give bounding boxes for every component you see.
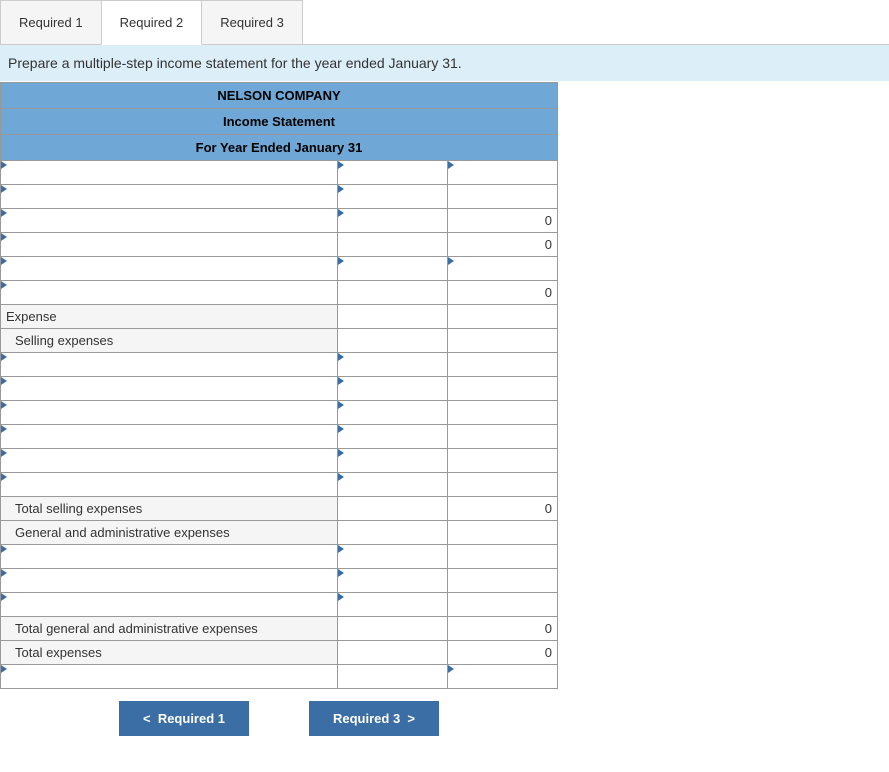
calc-cell: 0 bbox=[448, 617, 558, 641]
amount-input[interactable] bbox=[448, 665, 558, 689]
calc-cell: 0 bbox=[448, 233, 558, 257]
amount-cell bbox=[338, 617, 448, 641]
amount-input[interactable] bbox=[338, 569, 448, 593]
chevron-left-icon: < bbox=[143, 711, 151, 726]
total-selling-label: Total selling expenses bbox=[1, 497, 338, 521]
amount-cell bbox=[448, 377, 558, 401]
calc-cell: 0 bbox=[448, 281, 558, 305]
tab-required-1[interactable]: Required 1 bbox=[0, 0, 102, 44]
amount-cell bbox=[338, 305, 448, 329]
amount-cell bbox=[448, 449, 558, 473]
amount-input[interactable] bbox=[338, 593, 448, 617]
amount-input[interactable] bbox=[338, 377, 448, 401]
amount-input[interactable] bbox=[338, 401, 448, 425]
label-dropdown[interactable] bbox=[1, 545, 338, 569]
amount-input[interactable] bbox=[338, 257, 448, 281]
selling-expenses-label: Selling expenses bbox=[1, 329, 338, 353]
statement-period: For Year Ended January 31 bbox=[1, 135, 558, 161]
amount-cell bbox=[448, 545, 558, 569]
total-expenses-label: Total expenses bbox=[1, 641, 338, 665]
income-statement-table: NELSON COMPANY Income Statement For Year… bbox=[0, 82, 558, 689]
label-dropdown[interactable] bbox=[1, 593, 338, 617]
label-dropdown[interactable] bbox=[1, 449, 338, 473]
amount-cell bbox=[448, 593, 558, 617]
chevron-right-icon: > bbox=[407, 711, 415, 726]
amount-input[interactable] bbox=[338, 353, 448, 377]
label-dropdown[interactable] bbox=[1, 425, 338, 449]
label-dropdown[interactable] bbox=[1, 257, 338, 281]
amount-cell bbox=[338, 497, 448, 521]
amount-cell bbox=[338, 641, 448, 665]
amount-cell bbox=[448, 521, 558, 545]
amount-input[interactable] bbox=[338, 545, 448, 569]
amount-cell bbox=[338, 665, 448, 689]
tabs-container: Required 1 Required 2 Required 3 bbox=[0, 0, 889, 45]
prev-button[interactable]: < Required 1 bbox=[119, 701, 249, 736]
amount-cell bbox=[338, 233, 448, 257]
label-dropdown[interactable] bbox=[1, 401, 338, 425]
next-button[interactable]: Required 3 > bbox=[309, 701, 439, 736]
amount-input[interactable] bbox=[448, 257, 558, 281]
amount-input[interactable] bbox=[338, 425, 448, 449]
company-name: NELSON COMPANY bbox=[1, 83, 558, 109]
amount-cell bbox=[448, 425, 558, 449]
label-dropdown[interactable] bbox=[1, 185, 338, 209]
label-dropdown[interactable] bbox=[1, 473, 338, 497]
label-dropdown[interactable] bbox=[1, 353, 338, 377]
amount-cell bbox=[338, 281, 448, 305]
instruction-text: Prepare a multiple-step income statement… bbox=[0, 45, 889, 81]
amount-input[interactable] bbox=[448, 161, 558, 185]
expense-label: Expense bbox=[1, 305, 338, 329]
amount-input[interactable] bbox=[338, 161, 448, 185]
statement-title: Income Statement bbox=[1, 109, 558, 135]
next-label: Required 3 bbox=[333, 711, 400, 726]
amount-cell bbox=[448, 329, 558, 353]
label-dropdown[interactable] bbox=[1, 665, 338, 689]
prev-label: Required 1 bbox=[158, 711, 225, 726]
amount-cell bbox=[448, 401, 558, 425]
label-dropdown[interactable] bbox=[1, 377, 338, 401]
label-dropdown[interactable] bbox=[1, 161, 338, 185]
amount-cell bbox=[448, 185, 558, 209]
amount-input[interactable] bbox=[338, 209, 448, 233]
tab-required-2[interactable]: Required 2 bbox=[101, 0, 203, 45]
label-dropdown[interactable] bbox=[1, 569, 338, 593]
calc-cell: 0 bbox=[448, 209, 558, 233]
amount-cell bbox=[448, 305, 558, 329]
ga-expenses-label: General and administrative expenses bbox=[1, 521, 338, 545]
nav-buttons: < Required 1 Required 3 > bbox=[0, 689, 558, 748]
amount-cell bbox=[338, 521, 448, 545]
calc-cell: 0 bbox=[448, 641, 558, 665]
amount-cell bbox=[448, 353, 558, 377]
label-dropdown[interactable] bbox=[1, 209, 338, 233]
amount-cell bbox=[338, 329, 448, 353]
label-dropdown[interactable] bbox=[1, 233, 338, 257]
calc-cell: 0 bbox=[448, 497, 558, 521]
amount-cell bbox=[448, 569, 558, 593]
label-dropdown[interactable] bbox=[1, 281, 338, 305]
total-ga-label: Total general and administrative expense… bbox=[1, 617, 338, 641]
amount-input[interactable] bbox=[338, 449, 448, 473]
amount-input[interactable] bbox=[338, 185, 448, 209]
tab-required-3[interactable]: Required 3 bbox=[201, 0, 303, 44]
amount-cell bbox=[448, 473, 558, 497]
amount-input[interactable] bbox=[338, 473, 448, 497]
